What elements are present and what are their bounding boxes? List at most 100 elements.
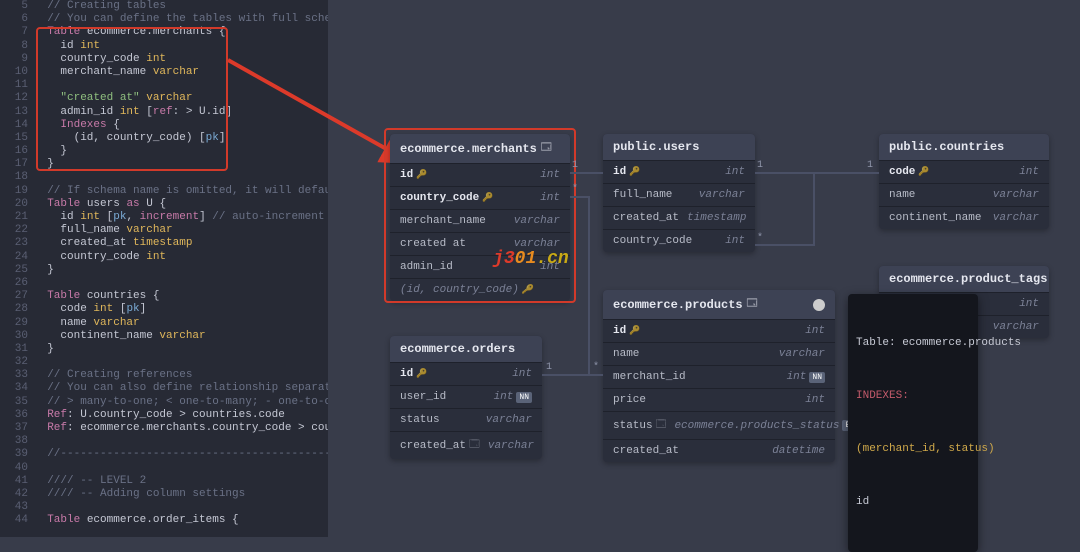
table-ecommerce-merchants[interactable]: ecommerce.merchants 🗔 id🔑intcountry_code… [390, 134, 570, 301]
code-line[interactable]: 20 Table users as U { [0, 198, 328, 211]
code-line[interactable]: 31 } [0, 343, 328, 356]
line-number: 43 [0, 501, 34, 514]
column-name: id🔑 [613, 166, 640, 178]
code-line[interactable]: 14 Indexes { [0, 119, 328, 132]
table-header[interactable]: ecommerce.orders [390, 336, 542, 362]
table-column-row[interactable]: continent_namevarchar [879, 206, 1049, 229]
table-ecommerce-products[interactable]: ecommerce.products 🗔 id🔑intnamevarcharme… [603, 290, 835, 462]
line-number: 25 [0, 264, 34, 277]
code-text: // You can define the tables with full s… [34, 13, 328, 26]
code-line[interactable]: 44 Table ecommerce.order_items { [0, 514, 328, 527]
table-column-row[interactable]: created_attimestamp [603, 206, 755, 229]
column-name: name [889, 189, 915, 201]
code-line[interactable]: 18 [0, 171, 328, 184]
table-header[interactable]: ecommerce.products 🗔 [603, 290, 835, 319]
code-line[interactable]: 42 //// -- Adding column settings [0, 488, 328, 501]
code-line[interactable]: 27 Table countries { [0, 290, 328, 303]
code-line[interactable]: 7 Table ecommerce.merchants { [0, 26, 328, 39]
line-number: 17 [0, 158, 34, 171]
tooltip-index-1: (merchant_id, status) [856, 441, 970, 459]
code-line[interactable]: 22 full_name varchar [0, 224, 328, 237]
table-public-users[interactable]: public.users id🔑intfull_namevarcharcreat… [603, 134, 755, 252]
code-line[interactable]: 39 //-----------------------------------… [0, 448, 328, 461]
table-column-row[interactable]: id🔑int [603, 319, 835, 342]
table-column-row[interactable]: full_namevarchar [603, 183, 755, 206]
code-line[interactable]: 30 continent_name varchar [0, 330, 328, 343]
code-line[interactable]: 23 created_at timestamp [0, 237, 328, 250]
code-text: id int [34, 40, 100, 53]
table-header[interactable]: ecommerce.product_tags [879, 266, 1049, 292]
code-line[interactable]: 15 (id, country_code) [pk] [0, 132, 328, 145]
table-column-row[interactable]: namevarchar [603, 342, 835, 365]
code-line[interactable]: 33 // Creating references [0, 369, 328, 382]
code-line[interactable]: 32 [0, 356, 328, 369]
table-column-row[interactable]: status🗔ecommerce.products_statusE [603, 411, 835, 439]
code-line[interactable]: 43 [0, 501, 328, 514]
code-line[interactable]: 37 Ref: ecommerce.merchants.country_code… [0, 422, 328, 435]
code-editor[interactable]: 5 // Creating tables6 // You can define … [0, 0, 328, 537]
line-number: 22 [0, 224, 34, 237]
code-line[interactable]: 19 // If schema name is omitted, it will… [0, 185, 328, 198]
table-column-row[interactable]: country_codeint [603, 229, 755, 252]
code-text: } [34, 343, 54, 356]
code-line[interactable]: 21 id int [pk, increment] // auto-increm… [0, 211, 328, 224]
code-text: Table ecommerce.merchants { [34, 26, 225, 39]
table-column-row[interactable]: (id, country_code)🔑 [390, 278, 570, 301]
code-line[interactable]: 13 admin_id int [ref: > U.id] [0, 106, 328, 119]
not-null-badge: NN [516, 392, 532, 403]
code-line[interactable]: 40 [0, 462, 328, 475]
code-line[interactable]: 34 // You can also define relationship s… [0, 382, 328, 395]
table-header[interactable]: ecommerce.merchants 🗔 [390, 134, 570, 163]
code-text: // You can also define relationship sepa… [34, 382, 328, 395]
table-column-row[interactable]: user_idintNN [390, 385, 542, 408]
code-line[interactable]: 9 country_code int [0, 53, 328, 66]
code-line[interactable]: 12 "created at" varchar [0, 92, 328, 105]
table-header[interactable]: public.users [603, 134, 755, 160]
code-line[interactable]: 35 // > many-to-one; < one-to-many; - on… [0, 396, 328, 409]
column-type: varchar [486, 414, 532, 426]
code-line[interactable]: 36 Ref: U.country_code > countries.code [0, 409, 328, 422]
table-public-countries[interactable]: public.countries code🔑intnamevarcharcont… [879, 134, 1049, 229]
line-number: 32 [0, 356, 34, 369]
code-line[interactable]: 16 } [0, 145, 328, 158]
code-line[interactable]: 17 } [0, 158, 328, 171]
code-text: code int [pk] [34, 303, 146, 316]
table-header[interactable]: public.countries [879, 134, 1049, 160]
table-column-row[interactable]: created_at🗔varchar [390, 431, 542, 459]
table-column-row[interactable]: country_code🔑int [390, 186, 570, 209]
code-line[interactable]: 5 // Creating tables [0, 0, 328, 13]
code-line[interactable]: 24 country_code int [0, 251, 328, 264]
diagram-canvas[interactable]: ecommerce.merchants 🗔 id🔑intcountry_code… [328, 0, 1080, 537]
cardinality-one: 1 [546, 362, 552, 373]
table-column-row[interactable]: id🔑int [603, 160, 755, 183]
table-column-row[interactable]: merchant_idintNN [603, 365, 835, 388]
table-column-row[interactable]: priceint [603, 388, 835, 411]
tooltip-title: Table: ecommerce.products [856, 335, 970, 353]
table-column-row[interactable]: statusvarchar [390, 408, 542, 431]
line-number: 41 [0, 475, 34, 488]
line-number: 35 [0, 396, 34, 409]
code-line[interactable]: 38 [0, 435, 328, 448]
table-column-row[interactable]: namevarchar [879, 183, 1049, 206]
column-name: created_at [613, 212, 679, 224]
table-column-row[interactable]: merchant_namevarchar [390, 209, 570, 232]
table-column-row[interactable]: id🔑int [390, 362, 542, 385]
code-line[interactable]: 28 code int [pk] [0, 303, 328, 316]
code-line[interactable]: 11 [0, 79, 328, 92]
code-line[interactable]: 25 } [0, 264, 328, 277]
tooltip-indexes-label: INDEXES: [856, 388, 970, 406]
table-ecommerce-orders[interactable]: ecommerce.orders id🔑intuser_idintNNstatu… [390, 336, 542, 459]
code-line[interactable]: 10 merchant_name varchar [0, 66, 328, 79]
column-type: int [1019, 298, 1039, 310]
cardinality-many: * [757, 233, 763, 244]
table-column-row[interactable]: id🔑int [390, 163, 570, 186]
code-line[interactable]: 8 id int [0, 40, 328, 53]
code-line[interactable]: 26 [0, 277, 328, 290]
table-column-row[interactable]: created_atdatetime [603, 439, 835, 462]
code-line[interactable]: 41 //// -- LEVEL 2 [0, 475, 328, 488]
line-number: 19 [0, 185, 34, 198]
code-line[interactable]: 29 name varchar [0, 317, 328, 330]
table-column-row[interactable]: code🔑int [879, 160, 1049, 183]
code-line[interactable]: 6 // You can define the tables with full… [0, 13, 328, 26]
column-name: country_code [613, 235, 692, 247]
